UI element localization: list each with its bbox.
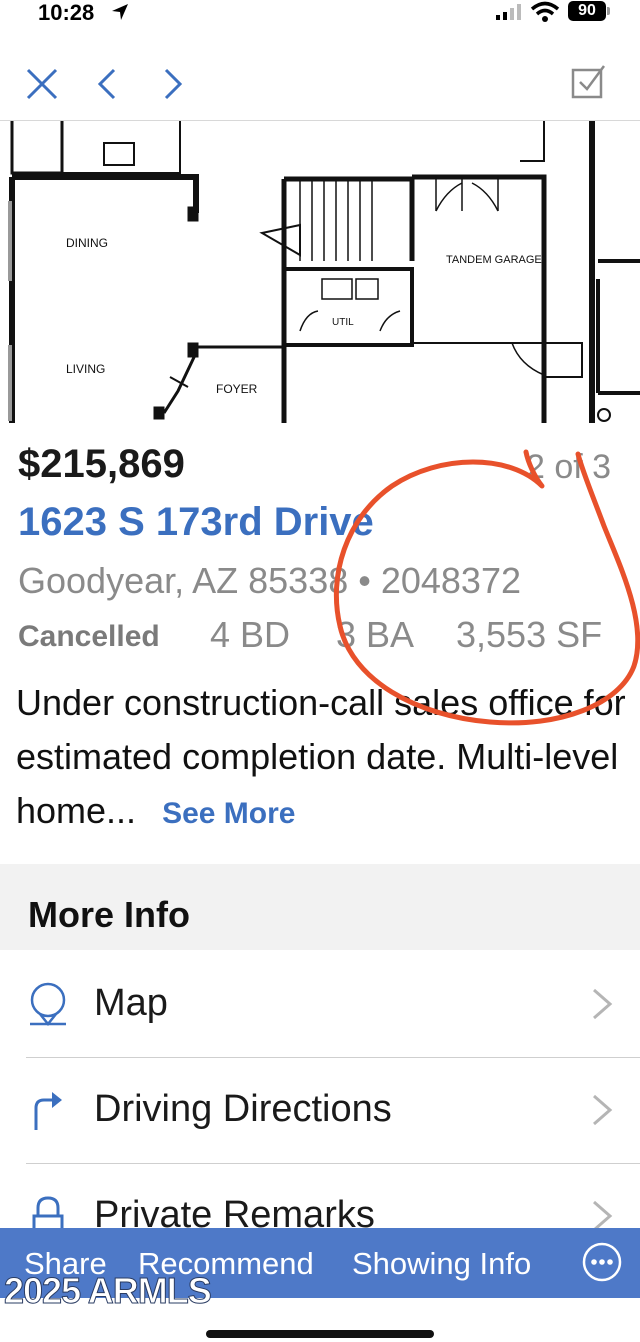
description-text: Under construction-call sales office for… xyxy=(16,682,626,831)
photo-counter: 2 of 3 xyxy=(526,448,612,486)
ellipsis-circle-icon[interactable] xyxy=(582,1242,622,1282)
showing-info-button[interactable]: Showing Info xyxy=(352,1246,531,1282)
map-pin-icon xyxy=(30,982,66,1026)
listing-address[interactable]: 1623 S 173rd Drive xyxy=(18,500,374,545)
map-label: Map xyxy=(94,982,168,1024)
listing-stats: Cancelled 4 BD 3 BA 3,553 SF xyxy=(18,614,638,655)
bedrooms: 4 BD xyxy=(210,614,291,655)
more-info-row-map[interactable]: Map xyxy=(0,952,640,1058)
floor-plan-drawing: DINING LIVING FOYER UTIL TANDEM GARAGE xyxy=(8,121,640,423)
battery-cap xyxy=(607,7,610,15)
previous-listing-icon[interactable] xyxy=(90,66,126,102)
close-icon[interactable] xyxy=(24,66,60,102)
wifi-icon xyxy=(530,1,560,22)
city-zip-mls: Goodyear, AZ 85338 • 2048372 xyxy=(18,560,521,601)
room-label-foyer: FOYER xyxy=(216,382,258,396)
navigation-bar xyxy=(0,44,640,121)
home-indicator[interactable] xyxy=(206,1330,434,1338)
chevron-right-icon xyxy=(593,988,613,1020)
room-label-living: LIVING xyxy=(66,362,105,376)
chevron-right-icon xyxy=(593,1094,613,1126)
room-label-util: UTIL xyxy=(332,317,354,328)
room-label-garage: TANDEM GARAGE xyxy=(446,254,542,266)
cellular-signal-icon xyxy=(496,4,521,20)
listing-photo-floor-plan[interactable]: DINING LIVING FOYER UTIL TANDEM GARAGE xyxy=(0,121,640,423)
more-info-row-directions[interactable]: Driving Directions xyxy=(0,1058,640,1164)
driving-directions-label: Driving Directions xyxy=(94,1088,392,1130)
status-bar: 10:28 90 xyxy=(0,0,640,30)
turn-right-arrow-icon xyxy=(34,1092,62,1130)
listing-description: Under construction-call sales office for… xyxy=(16,676,626,841)
next-listing-icon[interactable] xyxy=(154,66,190,102)
checkbox-select-icon[interactable] xyxy=(570,64,606,100)
bathrooms: 3 BA xyxy=(336,614,415,655)
status-badge: Cancelled xyxy=(18,620,160,653)
battery-indicator: 90 xyxy=(568,1,606,21)
room-label-dining: DINING xyxy=(66,236,108,250)
more-info-title: More Info xyxy=(28,894,190,935)
copyright-watermark: 2025 ARMLS xyxy=(4,1270,213,1312)
square-feet: 3,553 SF xyxy=(456,614,603,655)
status-time: 10:28 xyxy=(38,0,95,25)
listing-price: $215,869 xyxy=(18,442,185,486)
more-info-header: More Info xyxy=(0,864,640,950)
location-arrow-icon xyxy=(112,4,128,20)
see-more-link[interactable]: See More xyxy=(162,797,295,830)
